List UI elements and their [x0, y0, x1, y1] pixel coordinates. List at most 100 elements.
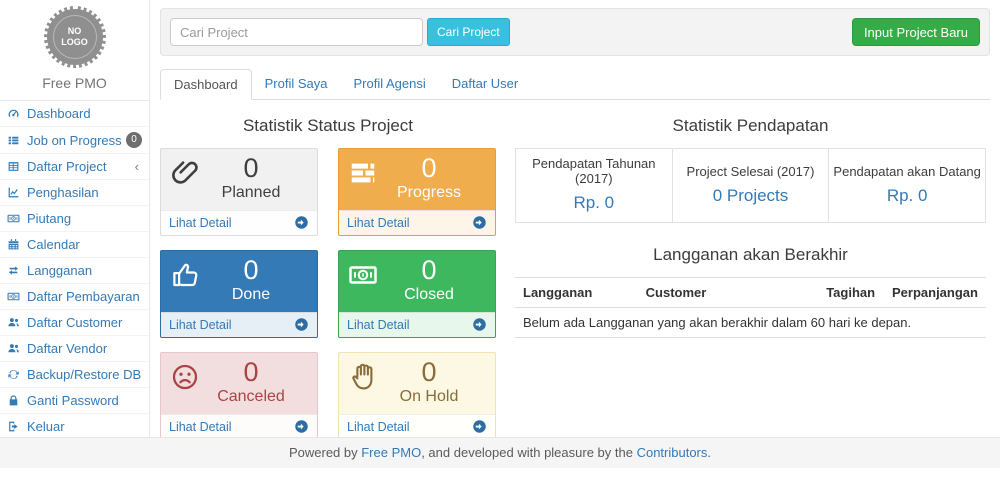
tab-profil-agensi[interactable]: Profil Agensi	[340, 69, 438, 100]
tab-daftar-user[interactable]: Daftar User	[439, 69, 531, 100]
money-icon	[7, 290, 22, 303]
closed-count: 0	[363, 251, 495, 286]
stat-label: Pendapatan Tahunan (2017)	[520, 156, 668, 186]
project-selesai-value-link[interactable]: 0 Projects	[713, 186, 789, 206]
sidebar-menu: Dashboard Job on Progress 0 Daftar Proje…	[0, 100, 149, 440]
retweet-icon	[7, 264, 22, 277]
status-card-progress: 0 Progress Lihat Detail	[338, 148, 496, 236]
canceled-lihat-detail-link[interactable]: Lihat Detail	[161, 414, 317, 439]
done-count: 0	[185, 251, 317, 286]
status-section: Statistik Status Project 0 Planned Lihat…	[160, 104, 496, 440]
sidebar-item-piutang[interactable]: Piutang	[0, 206, 149, 232]
search-input[interactable]	[170, 18, 423, 46]
sidebar-item-backup-restore-db[interactable]: Backup/Restore DB	[0, 362, 149, 388]
users-icon	[7, 316, 22, 329]
search-bar: Cari Project Input Project Baru	[160, 8, 990, 56]
hand-icon	[348, 362, 378, 392]
arrow-circle-right-icon	[472, 317, 487, 332]
footer-text: , and developed with pleasure by the	[421, 445, 636, 460]
arrow-circle-right-icon	[294, 215, 309, 230]
tab-profil-saya[interactable]: Profil Saya	[252, 69, 341, 100]
subscription-section-title: Langganan akan Berakhir	[515, 245, 986, 265]
column-header-perpanjangan: Perpanjangan	[884, 278, 986, 308]
pendapatan-tahunan-value-link[interactable]: Rp. 0	[574, 193, 615, 213]
planned-lihat-detail-link[interactable]: Lihat Detail	[161, 210, 317, 235]
input-project-baru-button[interactable]: Input Project Baru	[852, 18, 980, 46]
contributors-link[interactable]: Contributors	[637, 445, 708, 460]
sidebar-item-label: Ganti Password	[27, 393, 119, 408]
sidebar-item-label: Penghasilan	[27, 185, 99, 200]
calendar-icon	[7, 238, 22, 251]
sidebar-item-daftar-pembayaran[interactable]: Daftar Pembayaran	[0, 284, 149, 310]
progress-label: Progress	[363, 184, 495, 202]
sidebar-item-langganan[interactable]: Langganan	[0, 258, 149, 284]
arrow-circle-right-icon	[294, 317, 309, 332]
sidebar-item-label: Calendar	[27, 237, 80, 252]
footer-text: Powered by	[289, 445, 361, 460]
done-lihat-detail-link[interactable]: Lihat Detail	[161, 312, 317, 337]
status-card-canceled: 0 Canceled Lihat Detail	[160, 352, 318, 440]
column-header-langganan: Langganan	[515, 278, 638, 308]
pendapatan-akan-datang-value-link[interactable]: Rp. 0	[887, 186, 928, 206]
subscription-table: Langganan Customer Tagihan Perpanjangan …	[515, 277, 986, 338]
sidebar: NO LOGO Free PMO Dashboard Job on Progre…	[0, 0, 150, 441]
tasks-icon	[348, 158, 378, 188]
income-section-title: Statistik Pendapatan	[515, 116, 986, 136]
on-hold-count: 0	[363, 353, 495, 388]
table-icon	[7, 160, 22, 173]
logo: NO LOGO Free PMO	[0, 0, 149, 91]
closed-label: Closed	[363, 286, 495, 304]
income-stats-table: Pendapatan Tahunan (2017) Rp. 0 Project …	[515, 148, 986, 223]
sidebar-item-label: Daftar Vendor	[27, 341, 107, 356]
list-icon	[7, 134, 22, 147]
sidebar-item-daftar-vendor[interactable]: Daftar Vendor	[0, 336, 149, 362]
sidebar-item-label: Daftar Customer	[27, 315, 122, 330]
progress-count: 0	[363, 149, 495, 184]
done-label: Done	[185, 286, 317, 304]
brand-name: Free PMO	[0, 75, 149, 91]
page-footer: Powered by Free PMO, and developed with …	[0, 437, 1000, 468]
money-icon	[348, 260, 378, 290]
closed-lihat-detail-link[interactable]: Lihat Detail	[339, 312, 495, 337]
tab-dashboard[interactable]: Dashboard	[160, 69, 252, 100]
footer-text: .	[707, 445, 711, 460]
sidebar-item-ganti-password[interactable]: Ganti Password	[0, 388, 149, 414]
sidebar-item-penghasilan[interactable]: Penghasilan	[0, 180, 149, 206]
users-icon	[7, 342, 22, 355]
money-icon	[7, 212, 22, 225]
stat-label: Pendapatan akan Datang	[833, 164, 981, 179]
no-logo-badge: NO LOGO	[44, 6, 106, 68]
sidebar-item-label: Backup/Restore DB	[27, 367, 141, 382]
planned-count: 0	[185, 149, 317, 184]
sidebar-item-label: Keluar	[27, 419, 65, 434]
status-card-done: 0 Done Lihat Detail	[160, 250, 318, 338]
sidebar-item-label: Dashboard	[27, 106, 91, 121]
on-hold-lihat-detail-link[interactable]: Lihat Detail	[339, 414, 495, 439]
frown-icon	[170, 362, 200, 392]
income-section: Statistik Pendapatan Pendapatan Tahunan …	[515, 104, 986, 440]
arrow-circle-right-icon	[294, 419, 309, 434]
status-section-title: Statistik Status Project	[160, 116, 496, 136]
chevron-left-icon: ‹	[135, 162, 142, 172]
sidebar-item-dashboard[interactable]: Dashboard	[0, 101, 149, 127]
paperclip-icon	[170, 158, 200, 188]
sidebar-item-daftar-customer[interactable]: Daftar Customer	[0, 310, 149, 336]
planned-label: Planned	[185, 184, 317, 202]
progress-lihat-detail-link[interactable]: Lihat Detail	[339, 210, 495, 235]
table-row: Belum ada Langganan yang akan berakhir d…	[515, 308, 986, 338]
refresh-icon	[7, 368, 22, 381]
sidebar-item-daftar-project[interactable]: Daftar Project ‹	[0, 154, 149, 180]
lock-icon	[7, 394, 22, 407]
stat-label: Project Selesai (2017)	[677, 164, 825, 179]
column-header-tagihan: Tagihan	[818, 278, 884, 308]
sidebar-item-calendar[interactable]: Calendar	[0, 232, 149, 258]
sidebar-item-job-on-progress[interactable]: Job on Progress 0	[0, 127, 149, 154]
status-card-planned: 0 Planned Lihat Detail	[160, 148, 318, 236]
canceled-label: Canceled	[185, 388, 317, 406]
search-button[interactable]: Cari Project	[427, 18, 510, 46]
column-header-customer: Customer	[638, 278, 819, 308]
free-pmo-link[interactable]: Free PMO	[361, 445, 421, 460]
empty-subscription-message: Belum ada Langganan yang akan berakhir d…	[515, 308, 986, 338]
sidebar-item-label: Daftar Pembayaran	[27, 289, 140, 304]
sidebar-item-label: Piutang	[27, 211, 71, 226]
